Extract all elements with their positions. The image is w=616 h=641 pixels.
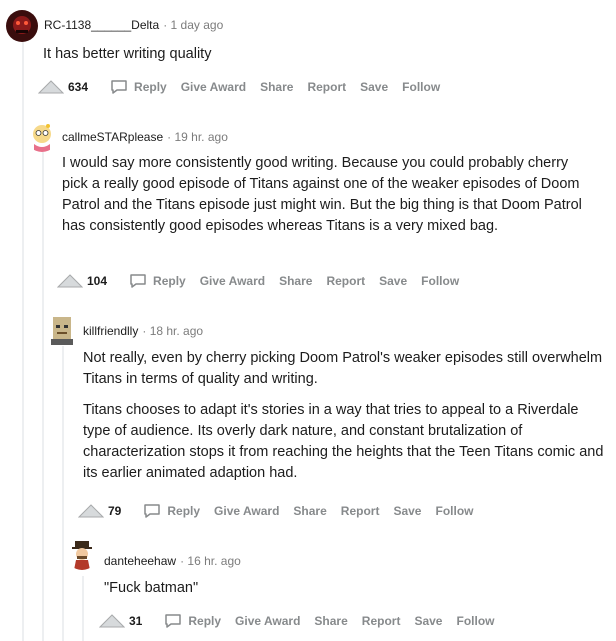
upvote-icon[interactable]: [77, 504, 105, 518]
comment-actions: 104 Reply Give Award Share Report Save F…: [56, 271, 473, 291]
reply-button[interactable]: Reply: [129, 273, 186, 289]
give-award-button[interactable]: Give Award: [235, 614, 300, 628]
vote-count: 31: [129, 614, 143, 628]
comment-text: Not really, even by cherry picking Doom …: [83, 350, 603, 387]
reply-icon: [129, 273, 147, 289]
share-button[interactable]: Share: [293, 504, 326, 518]
timestamp[interactable]: · 1 day ago: [163, 18, 223, 32]
share-button[interactable]: Share: [260, 80, 293, 94]
avatar[interactable]: [66, 538, 98, 570]
comment-text: I would say more consistently good writi…: [62, 155, 582, 234]
reply-icon: [110, 79, 128, 95]
upvote-icon[interactable]: [98, 614, 126, 628]
upvote-icon[interactable]: [56, 274, 84, 288]
vote-count: 79: [108, 504, 122, 518]
reply-button[interactable]: Reply: [110, 79, 167, 95]
timestamp[interactable]: · 16 hr. ago: [180, 554, 241, 568]
timestamp[interactable]: · 18 hr. ago: [142, 324, 203, 338]
username[interactable]: danteheehaw: [104, 554, 176, 568]
timestamp[interactable]: · 19 hr. ago: [167, 130, 228, 144]
username[interactable]: callmeSTARplease: [62, 130, 163, 144]
upvote-icon[interactable]: [37, 80, 65, 94]
thread-line[interactable]: [42, 152, 44, 641]
save-button[interactable]: Save: [360, 80, 388, 94]
vote-count: 634: [68, 80, 89, 94]
comment-body: I would say more consistently good writi…: [62, 153, 597, 247]
avatar[interactable]: [46, 313, 78, 345]
reply-button[interactable]: Reply: [143, 503, 200, 519]
share-button[interactable]: Share: [314, 614, 347, 628]
comment-text: "Fuck batman": [104, 580, 199, 596]
give-award-button[interactable]: Give Award: [214, 504, 279, 518]
save-button[interactable]: Save: [379, 274, 407, 288]
save-button[interactable]: Save: [393, 504, 421, 518]
thread-line[interactable]: [62, 346, 64, 641]
username[interactable]: RC-1138______Delta: [44, 18, 159, 32]
comment-body: Not really, even by cherry picking Doom …: [83, 348, 608, 494]
comment-text: It has better writing quality: [43, 46, 212, 62]
comment-body: It has better writing quality: [43, 44, 603, 75]
follow-button[interactable]: Follow: [421, 274, 459, 288]
avatar[interactable]: [6, 10, 38, 42]
username[interactable]: killfriendlly: [83, 324, 138, 338]
reply-icon: [143, 503, 161, 519]
reply-button[interactable]: Reply: [164, 613, 221, 629]
follow-button[interactable]: Follow: [435, 504, 473, 518]
give-award-button[interactable]: Give Award: [200, 274, 265, 288]
vote-count: 104: [87, 274, 108, 288]
share-button[interactable]: Share: [279, 274, 312, 288]
thread-line[interactable]: [82, 576, 84, 641]
comment-text: Titans chooses to adapt it's stories in …: [83, 402, 604, 481]
follow-button[interactable]: Follow: [402, 80, 440, 94]
comment-body: "Fuck batman": [104, 578, 604, 609]
reply-icon: [164, 613, 182, 629]
comment-actions: 31 Reply Give Award Share Report Save Fo…: [98, 611, 508, 631]
thread-line[interactable]: [22, 40, 24, 641]
report-button[interactable]: Report: [326, 274, 365, 288]
report-button[interactable]: Report: [362, 614, 401, 628]
report-button[interactable]: Report: [341, 504, 380, 518]
comment-actions: 79 Reply Give Award Share Report Save Fo…: [77, 501, 487, 521]
save-button[interactable]: Save: [414, 614, 442, 628]
report-button[interactable]: Report: [307, 80, 346, 94]
give-award-button[interactable]: Give Award: [181, 80, 246, 94]
follow-button[interactable]: Follow: [456, 614, 494, 628]
comment-actions: 634 Reply Give Award Share Report Save F…: [37, 77, 454, 97]
avatar[interactable]: [26, 120, 58, 152]
